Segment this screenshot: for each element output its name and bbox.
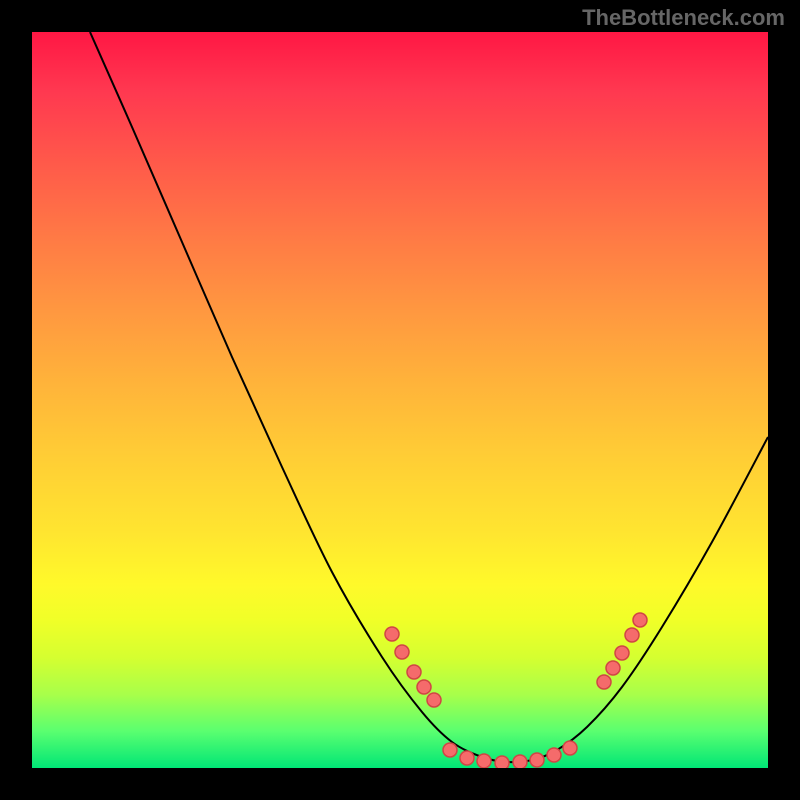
data-marker (530, 753, 544, 767)
data-marker (395, 645, 409, 659)
data-marker (495, 756, 509, 768)
data-marker (625, 628, 639, 642)
data-marker (597, 675, 611, 689)
data-marker (427, 693, 441, 707)
chart-svg (32, 32, 768, 768)
data-marker (443, 743, 457, 757)
data-markers-group (385, 613, 647, 768)
data-marker (547, 748, 561, 762)
data-marker (385, 627, 399, 641)
data-marker (460, 751, 474, 765)
data-marker (417, 680, 431, 694)
bottleneck-curve (90, 32, 768, 762)
data-marker (407, 665, 421, 679)
data-marker (615, 646, 629, 660)
data-marker (513, 755, 527, 768)
data-marker (633, 613, 647, 627)
watermark-text: TheBottleneck.com (582, 5, 785, 31)
data-marker (477, 754, 491, 768)
data-marker (563, 741, 577, 755)
data-marker (606, 661, 620, 675)
chart-plot-area (32, 32, 768, 768)
